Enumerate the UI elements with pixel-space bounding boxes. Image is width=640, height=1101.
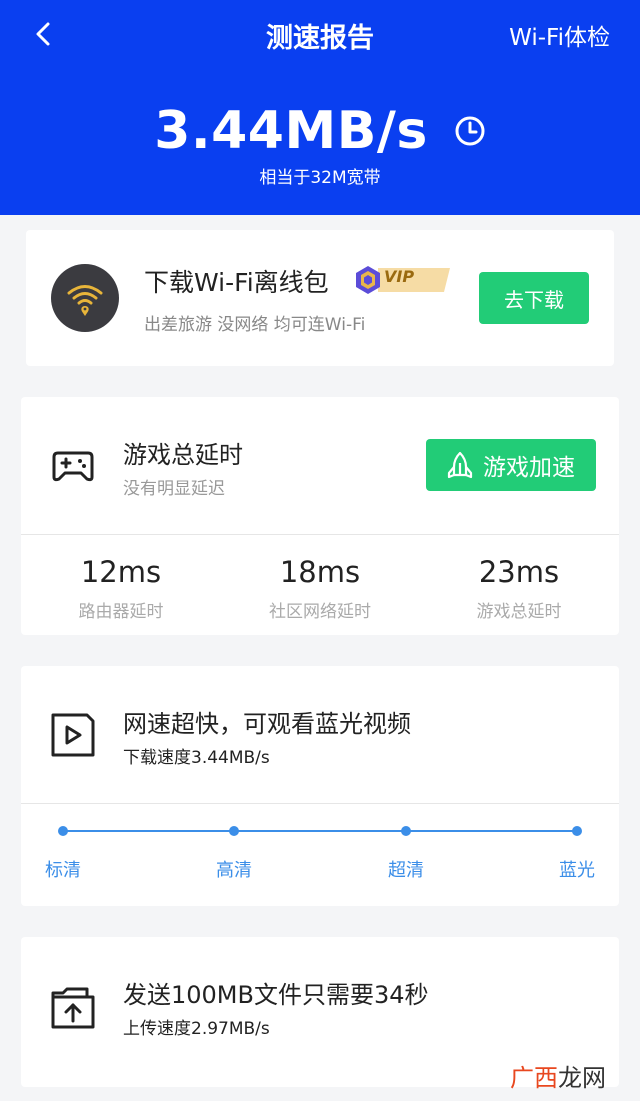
divider [21,534,619,535]
wifi-location-icon [51,264,119,332]
community-latency-stat: 18ms 社区网络延时 [220,555,420,622]
game-latency-subtitle: 没有明显延迟 [123,479,225,499]
quality-label-bluray: 蓝光 [559,860,595,881]
history-clock-icon[interactable] [454,115,486,147]
router-latency-stat: 12ms 路由器延时 [21,555,221,622]
video-play-icon [51,713,95,757]
video-quality-card: 网速超快，可观看蓝光视频 下载速度3.44MB/s 标清 高清 超清 蓝光 [21,666,619,906]
offline-pack-subtitle: 出差旅游 没网络 均可连Wi-Fi [144,315,366,335]
wifi-check-link[interactable]: Wi-Fi体检 [509,18,610,52]
download-button[interactable]: 去下载 [479,272,589,324]
quality-label-sd: 标清 [45,860,81,881]
stat-value: 23ms [478,555,560,589]
bandwidth-equivalent: 相当于32M宽带 [259,168,381,188]
stat-value: 18ms [279,555,361,589]
stat-label: 游戏总延时 [476,602,562,622]
folder-upload-icon [51,987,95,1029]
gamepad-icon [52,451,94,482]
watermark-part2: 龙网 [558,1064,606,1092]
upload-title: 发送100MB文件只需要34秒 [123,981,429,1009]
header-bar: 测速报告 Wi-Fi体检 3.44MB/s 相当于32M宽带 [0,0,640,215]
speed-row: 3.44MB/s [0,98,640,164]
offline-pack-title: 下载Wi-Fi离线包 [144,268,329,297]
quality-label-fhd: 超清 [388,860,424,881]
stat-label: 社区网络延时 [269,602,371,622]
game-latency-card: 游戏总延时 没有明显延迟 游戏加速 12ms 路由器延时 18ms 社区网络延时… [21,397,619,635]
back-arrow-icon[interactable] [30,20,58,48]
quality-label-hd: 高清 [216,860,252,881]
game-boost-label: 游戏加速 [483,455,575,481]
vip-badge-text: VIP [384,267,415,286]
download-speed-text: 下载速度3.44MB/s [123,748,270,768]
quality-scale-line [63,830,578,832]
game-boost-button[interactable]: 游戏加速 [426,439,596,491]
quality-dot [401,826,411,836]
quality-dot [572,826,582,836]
stat-value: 12ms [80,555,162,589]
rocket-icon [447,451,473,479]
video-title: 网速超快，可观看蓝光视频 [123,710,411,738]
vip-badge: VIP [354,265,454,294]
total-latency-stat: 23ms 游戏总延时 [419,555,619,622]
quality-dot [58,826,68,836]
offline-pack-card: 下载Wi-Fi离线包 VIP 出差旅游 没网络 均可连Wi-Fi 去下载 [26,230,614,366]
upload-speed-text: 上传速度2.97MB/s [123,1019,270,1039]
download-speed-value: 3.44MB/s [154,101,428,161]
stat-label: 路由器延时 [78,602,164,622]
watermark: 广西龙网 [510,1058,606,1093]
quality-dot [229,826,239,836]
watermark-part1: 广西 [510,1064,558,1092]
game-latency-title: 游戏总延时 [123,441,243,469]
divider [21,803,619,804]
